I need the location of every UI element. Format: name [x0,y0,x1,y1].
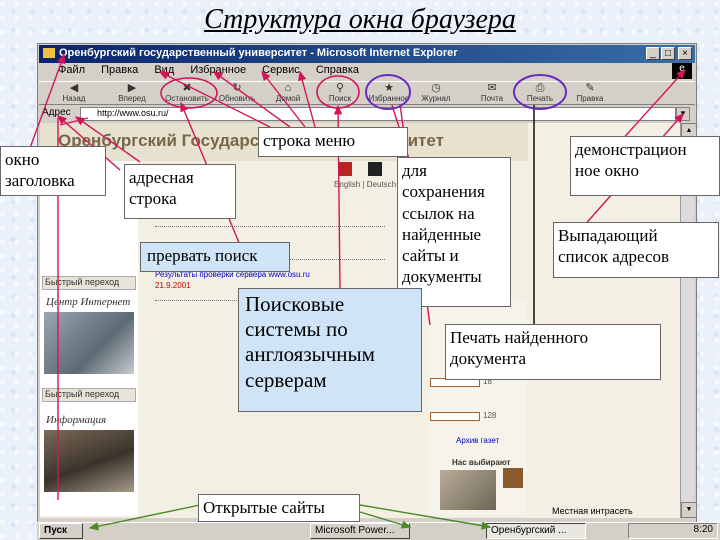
history-button[interactable]: ◷ Журнал [414,82,458,103]
quick-jump-select-2[interactable]: Быстрый переход [42,388,136,402]
news-date: 21.9.2001 [155,281,191,290]
status-zone: Местная интрасеть [552,506,633,516]
address-dropdown-button[interactable]: ▼ [676,107,690,121]
maximize-button[interactable]: □ [661,47,675,60]
start-button[interactable]: Пуск [39,523,83,539]
news-block-2 [155,300,245,318]
forward-arrow-icon: ▶ [127,82,137,94]
city-map-image [440,470,496,510]
edit-icon: ✎ [585,82,595,94]
window-title-bar[interactable]: Оренбургский государственный университет… [39,45,695,63]
history-icon: ◷ [431,82,441,94]
favorites-icon: ★ [384,82,394,94]
callout-favorites: для сохранения ссылок на найденные сайты… [397,157,511,307]
home-button[interactable]: ⌂ Домой [266,82,310,103]
stat-bar-2 [430,412,480,421]
print-icon: ⎙ [535,82,545,94]
menu-view[interactable]: Вид [154,64,174,76]
favorites-button[interactable]: ★ Избранное [367,82,411,103]
flag-english-icon [338,162,352,176]
slide-title: Структура окна браузера [204,4,516,35]
callout-menu-bar: строка меню [258,127,408,157]
clock: 8:20 [628,523,718,539]
callout-open-sites: Открытые сайты [198,494,360,522]
close-button[interactable]: × [678,47,692,60]
address-label: Адрес [42,107,71,118]
callout-address-list: Выпадающий список адресов [553,222,719,278]
callout-demo-window: демонстрацион ное окно [570,136,720,196]
callout-address-bar: адресная строка [124,164,236,219]
stat-value-2: 128 [483,411,497,420]
information-photo [44,430,134,492]
quick-jump-select-1[interactable]: Быстрый переход [42,276,136,290]
back-arrow-icon: ◀ [69,82,79,94]
menu-tools[interactable]: Сервис [262,64,300,76]
search-button[interactable]: ⚲ Поиск [318,82,362,103]
mail-button[interactable]: ✉ Почта [470,82,514,103]
search-icon: ⚲ [335,82,345,94]
task-powerpoint[interactable]: Microsoft Power... [310,523,410,539]
edit-button[interactable]: ✎ Правка [568,82,612,103]
forward-button[interactable]: ▶ Вперед [110,82,154,103]
lang-links[interactable]: English | Deutsch [334,180,396,189]
menu-bar: Файл Правка Вид Избранное Сервис Справка [58,64,359,76]
window-title-text: Оренбургский государственный университет… [59,47,458,59]
minimize-button[interactable]: _ [646,47,660,60]
home-icon: ⌂ [284,82,292,94]
callout-window-title: окно заголовка [0,146,106,196]
stop-button[interactable]: ✖ Остановить [165,82,209,103]
refresh-icon: ↻ [232,82,242,94]
print-button[interactable]: ⎙ Печать [518,82,562,103]
flag-german-icon [368,162,382,176]
stop-icon: ✖ [182,82,192,94]
address-input[interactable]: http://www.osu.ru/ [80,107,676,121]
menu-favorites[interactable]: Избранное [190,64,246,76]
bus-icon [503,468,523,488]
ie-app-icon [43,48,55,59]
information-heading: Информация [46,414,107,426]
callout-print: Печать найденного документа [445,324,661,380]
callout-stop-search: прервать поиск [140,242,290,272]
mail-icon: ✉ [487,82,497,94]
archive-link[interactable]: Архив газет [456,436,499,445]
menu-edit[interactable]: Правка [101,64,138,76]
ie-throbber-icon: e [672,63,692,79]
menu-help[interactable]: Справка [316,64,359,76]
internet-center-heading: Центр Интернет [46,296,131,308]
back-button[interactable]: ◀ Назад [52,82,96,103]
menu-file[interactable]: Файл [58,64,85,76]
refresh-button[interactable]: ↻ Обновить [215,82,259,103]
chevron-down-icon: ▼ [679,109,687,118]
callout-search-engines: Поисковые системы по англоязычным сервер… [238,288,422,412]
internet-center-photo [44,312,134,374]
choose-us-heading: Нас выбирают [452,458,511,467]
scroll-down-icon[interactable]: ▼ [681,502,697,518]
task-ie[interactable]: Оренбургский ... [486,523,586,539]
